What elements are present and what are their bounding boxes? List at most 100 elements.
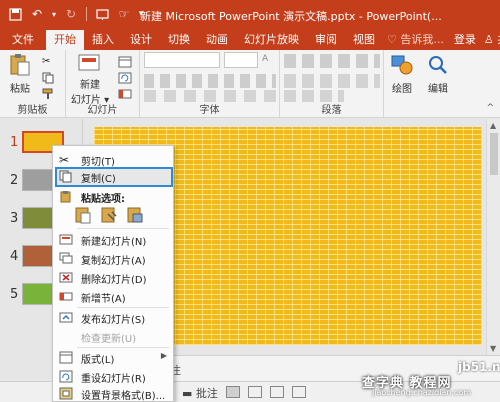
slideshow-icon[interactable] [292, 386, 306, 398]
window-title: 新建 Microsoft PowerPoint 演示文稿.pptx - Powe… [140, 10, 442, 23]
new-slide-icon [76, 52, 104, 74]
menu-separator [77, 228, 169, 229]
slide-number: 3 [10, 211, 19, 226]
new-slide-icon [59, 233, 73, 246]
menu-label: 检查更新(U) [81, 334, 137, 345]
slides-group: 新建 幻灯片 ▾ 幻灯片 [66, 50, 140, 118]
scroll-down-icon[interactable]: ▼ [490, 344, 496, 353]
scroll-up-icon[interactable]: ▲ [490, 121, 496, 130]
redo-icon[interactable]: ↻ [62, 5, 80, 23]
normal-view-icon[interactable] [226, 386, 240, 398]
tab-insert[interactable]: 插入 [84, 30, 122, 50]
publish-icon [59, 311, 73, 324]
title-bar: ↶ ▾ ↻ ☞ ▾ 新建 Microsoft PowerPoint 演示文稿.p… [0, 0, 500, 30]
layout-icon [59, 351, 73, 364]
menu-item-format-background[interactable]: 设置背景格式(B)... [55, 384, 173, 402]
paragraph-group: 段落 [280, 50, 384, 118]
copy-icon [59, 170, 73, 183]
tab-slideshow[interactable]: 幻灯片放映 [236, 30, 307, 50]
editing-label: 编辑 [428, 84, 448, 95]
menu-label: 删除幻灯片(D) [81, 275, 147, 286]
section-icon [59, 290, 73, 303]
comments-label: 批注 [195, 387, 218, 400]
menu-label: 设置背景格式(B)... [81, 391, 166, 402]
font-name-box[interactable] [144, 52, 220, 68]
shapes-icon [388, 52, 416, 78]
menu-label: 发布幻灯片(S) [81, 315, 146, 326]
paragraph-group-label: 段落 [321, 105, 342, 116]
find-icon [424, 52, 452, 78]
menu-label: 复制幻灯片(A) [81, 256, 146, 267]
context-menu: ✂ 剪切(T) 复制(C) 粘贴选项: 新建幻灯片(N) 复制幻灯片(A) 删除… [52, 145, 174, 402]
tab-file[interactable]: 文件 [0, 30, 46, 50]
menu-item-layout[interactable]: 版式(L) ▶ [55, 348, 173, 367]
tab-transitions[interactable]: 切换 [160, 30, 198, 50]
drawing-label: 绘图 [392, 84, 412, 95]
menu-label: 复制(C) [81, 174, 116, 185]
scroll-thumb[interactable] [490, 133, 498, 175]
undo-dropdown-icon[interactable]: ▾ [50, 5, 58, 23]
tab-design[interactable]: 设计 [122, 30, 160, 50]
tab-home[interactable]: 开始 [46, 30, 84, 50]
duplicate-slide-icon [59, 252, 73, 265]
grow-font-icon[interactable]: A [262, 54, 276, 66]
menu-header-paste-options: 粘贴选项: [55, 187, 173, 206]
sign-in-link[interactable]: 登录 [448, 30, 482, 50]
tab-review[interactable]: 审阅 [307, 30, 345, 50]
undo-icon[interactable]: ↶ [28, 5, 46, 23]
copy-icon[interactable] [42, 72, 56, 84]
tab-view[interactable]: 视图 [345, 30, 383, 50]
menu-item-copy[interactable]: 复制(C) [55, 167, 173, 187]
person-icon: ♙ [483, 33, 494, 46]
paste-icon [59, 190, 73, 203]
slides-group-label: 幻灯片 [87, 105, 118, 116]
watermark-url: jiaocheng.chazidian.com [372, 388, 472, 397]
slide-number: 1 [10, 135, 19, 150]
new-slide-button[interactable]: 新建 幻灯片 ▾ [68, 52, 112, 106]
slide-number: 4 [10, 249, 19, 264]
menu-item-delete-slide[interactable]: 删除幻灯片(D) [55, 268, 173, 287]
menu-item-new-section[interactable]: 新增节(A) [55, 287, 173, 306]
slide-sorter-icon[interactable] [248, 386, 262, 398]
comments-button[interactable]: ▬ 批注 [182, 385, 218, 401]
tab-animations[interactable]: 动画 [198, 30, 236, 50]
share-button[interactable]: ♙ 共享 [482, 30, 500, 50]
ribbon-tabs: 文件 开始 插入 设计 切换 动画 幻灯片放映 审阅 视图 ♡ 告诉我... 登… [0, 30, 500, 50]
paste-use-destination-theme-icon[interactable] [73, 205, 93, 225]
paste-keep-source-formatting-icon[interactable] [99, 205, 119, 225]
font-size-box[interactable] [224, 52, 258, 68]
menu-label: 剪切(T) [81, 157, 115, 168]
menu-item-duplicate-slide[interactable]: 复制幻灯片(A) [55, 249, 173, 268]
touch-mode-icon[interactable]: ☞ [115, 5, 133, 23]
paste-picture-icon[interactable] [125, 205, 145, 225]
paragraph-row-1 [284, 54, 380, 68]
tell-me-text: 告诉我... [400, 33, 444, 46]
font-group-label: 字体 [199, 105, 220, 116]
qat-divider [86, 7, 87, 21]
cut-icon[interactable]: ✂ [42, 56, 56, 68]
collapse-ribbon-icon[interactable]: ^ [486, 103, 494, 113]
reset-icon[interactable] [118, 72, 132, 84]
vertical-scrollbar[interactable]: ▲ ▼ [486, 119, 500, 355]
drawing-button[interactable]: 绘图 [384, 52, 420, 95]
paste-options-row [73, 205, 145, 225]
present-from-start-icon[interactable] [93, 5, 111, 23]
format-painter-icon[interactable] [42, 88, 56, 100]
section-icon[interactable] [118, 88, 132, 100]
menu-label: 新增节(A) [81, 294, 126, 305]
format-background-icon [59, 387, 73, 400]
reading-view-icon[interactable] [270, 386, 284, 398]
layout-icon[interactable] [118, 56, 132, 68]
paste-icon [6, 52, 34, 78]
paste-button[interactable]: 粘贴 [2, 52, 38, 95]
menu-item-publish-slides[interactable]: 发布幻灯片(S) [55, 308, 173, 327]
drawing-group: 绘图 [384, 50, 420, 118]
tell-me-box[interactable]: ♡ 告诉我... [383, 30, 448, 50]
slide-number: 5 [10, 287, 19, 302]
reset-slide-icon [59, 370, 73, 383]
save-icon[interactable] [6, 5, 24, 23]
editing-button[interactable]: 编辑 [420, 52, 456, 95]
menu-item-new-slide[interactable]: 新建幻灯片(N) [55, 230, 173, 249]
menu-label: 版式(L) [81, 355, 115, 366]
clipboard-group: 粘贴 ✂ 剪贴板 [0, 50, 66, 118]
